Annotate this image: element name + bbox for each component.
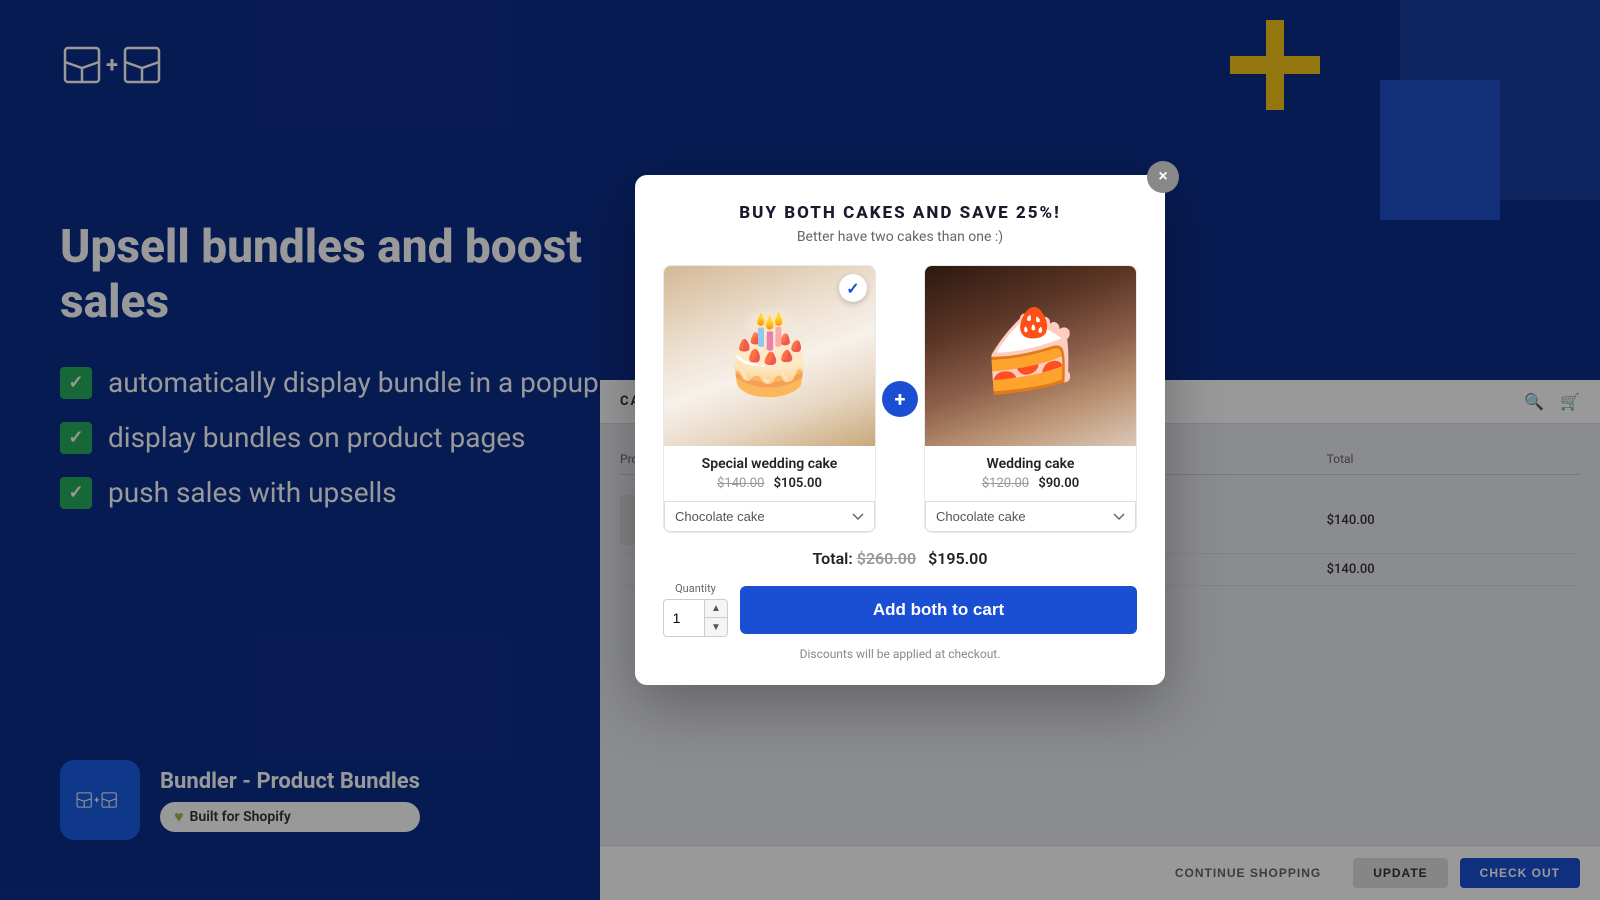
product-image-1: ✓ (664, 266, 875, 446)
product-prices-1: $140.00 $105.00 (674, 476, 865, 491)
total-label: Total: (813, 549, 853, 568)
quantity-arrows: ▲ ▼ (704, 600, 727, 636)
product-card-1: ✓ Special wedding cake $140.00 $105.00 C… (663, 265, 876, 533)
modal: × BUY BOTH CAKES AND SAVE 25%! Better ha… (635, 175, 1165, 685)
product-image-2 (925, 266, 1136, 446)
quantity-group: Quantity ▲ ▼ (663, 582, 728, 637)
modal-subtitle: Better have two cakes than one :) (663, 229, 1137, 245)
quantity-label: Quantity (675, 582, 716, 595)
product-card-2: Wedding cake $120.00 $90.00 Chocolate ca… (924, 265, 1137, 533)
price-sale-2: $90.00 (1038, 476, 1079, 491)
price-original-2: $120.00 (982, 476, 1029, 491)
price-sale-1: $105.00 (774, 476, 822, 491)
modal-title: BUY BOTH CAKES AND SAVE 25%! (663, 203, 1137, 223)
product-card-body-1: Special wedding cake $140.00 $105.00 (664, 446, 875, 501)
quantity-up-button[interactable]: ▲ (705, 600, 727, 618)
quantity-input[interactable] (664, 604, 704, 632)
product-name-2: Wedding cake (935, 456, 1126, 472)
modal-close-button[interactable]: × (1147, 161, 1179, 193)
plus-connector: + (876, 381, 924, 417)
variant-select-1[interactable]: Chocolate cake Vanilla cake Strawberry c… (664, 501, 875, 532)
plus-icon: + (882, 381, 918, 417)
add-to-cart-button[interactable]: Add both to cart (740, 586, 1137, 634)
modal-total: Total: $260.00 $195.00 (663, 549, 1137, 568)
modal-bottom: Quantity ▲ ▼ Add both to cart (663, 582, 1137, 637)
product-prices-2: $120.00 $90.00 (935, 476, 1126, 491)
product-card-body-2: Wedding cake $120.00 $90.00 (925, 446, 1136, 501)
quantity-down-button[interactable]: ▼ (705, 618, 727, 636)
quantity-input-wrap: ▲ ▼ (663, 599, 728, 637)
modal-footer-note: Discounts will be applied at checkout. (663, 647, 1137, 661)
modal-overlay: × BUY BOTH CAKES AND SAVE 25%! Better ha… (0, 0, 1600, 900)
total-sale: $195.00 (928, 549, 987, 568)
modal-products: ✓ Special wedding cake $140.00 $105.00 C… (663, 265, 1137, 533)
variant-select-2[interactable]: Chocolate cake Vanilla cake Strawberry c… (925, 501, 1136, 532)
total-original: $260.00 (857, 549, 916, 568)
checkmark-badge: ✓ (839, 274, 867, 302)
price-original-1: $140.00 (717, 476, 764, 491)
product-name-1: Special wedding cake (674, 456, 865, 472)
